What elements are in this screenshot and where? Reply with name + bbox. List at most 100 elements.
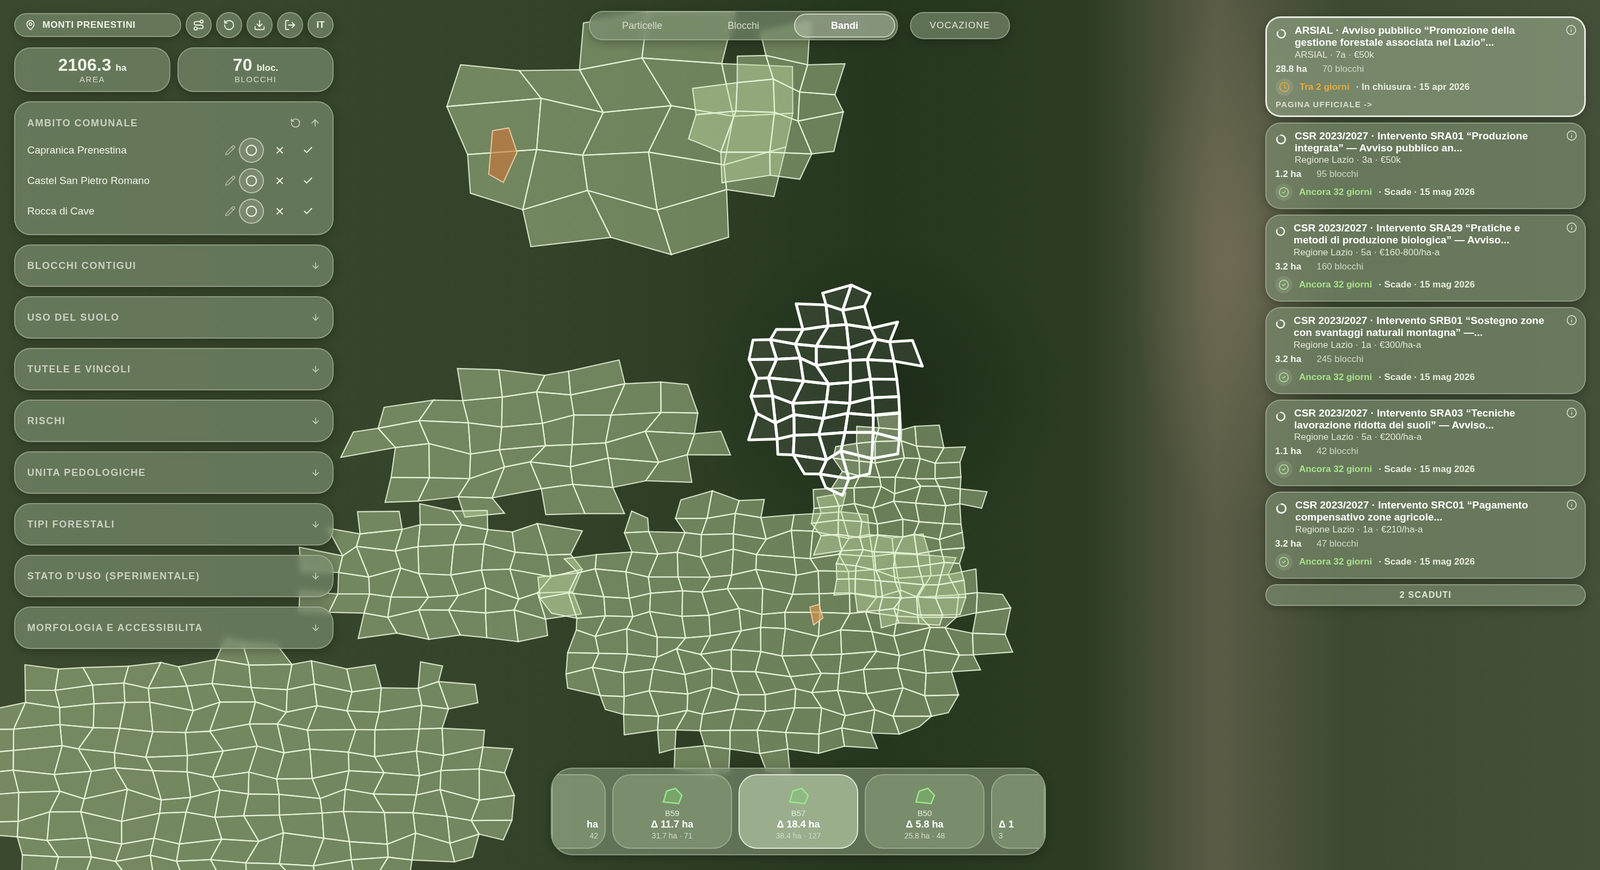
parcel[interactable] [836,563,857,579]
parcel[interactable] [307,705,356,730]
info-badge[interactable] [1566,130,1578,141]
parcel[interactable] [935,580,966,599]
filter-section[interactable]: STATO D'USO (SPERIMENTALE) [14,554,334,598]
parcel[interactable] [343,811,388,845]
parcel[interactable] [687,431,731,455]
reset-button[interactable] [216,11,243,39]
parcel[interactable] [276,748,312,779]
parcel[interactable] [214,789,249,817]
collapse-icon[interactable] [309,117,321,129]
parcel[interactable] [313,859,355,870]
selected-parcel[interactable] [840,450,872,479]
parcel[interactable] [450,833,480,862]
selected-parcel[interactable] [748,413,778,441]
parcel[interactable] [53,856,92,870]
block-card[interactable]: B57Δ 18.4 ha38.4 ha · 127 [738,773,859,849]
block-card[interactable]: ha42 [551,773,606,849]
parcel[interactable] [337,572,370,595]
selected-parcel[interactable] [867,359,897,380]
parcel[interactable] [939,532,965,550]
parcel[interactable] [419,705,449,729]
parcel[interactable] [277,723,311,753]
parcel[interactable] [854,593,883,612]
parcel[interactable] [124,682,150,703]
parcel[interactable] [47,811,88,841]
download-button[interactable] [246,11,273,39]
parcel[interactable] [471,795,515,821]
parcel[interactable] [657,729,676,753]
parcel[interactable] [675,490,713,519]
filter-section[interactable]: UNITA PEDOLOGICHE [14,451,334,494]
include-option[interactable] [295,198,321,224]
parcel[interactable] [448,610,487,638]
highlighted-parcel[interactable] [809,604,823,625]
parcel[interactable] [700,549,734,577]
parcel[interactable] [600,695,625,715]
parcel[interactable] [152,770,191,800]
parcel[interactable] [514,609,548,642]
neutral-option[interactable] [238,198,264,224]
block-card[interactable]: B50Δ 5.8 ha25.8 ha · 48 [864,773,985,849]
logout-button[interactable] [277,11,304,39]
parcel[interactable] [792,570,820,594]
parcel[interactable] [145,731,188,758]
parcel[interactable] [811,673,840,693]
call-card[interactable]: CSR 2023/2027 · Intervento SRA01 “Produz… [1265,122,1586,210]
include-option[interactable] [295,168,321,194]
route-button[interactable] [185,11,212,39]
parcel[interactable] [863,650,900,669]
parcel[interactable] [951,654,981,672]
language-button[interactable]: IT [307,11,334,39]
parcel[interactable] [720,151,771,183]
parcel[interactable] [279,863,315,870]
parcel[interactable] [374,856,413,870]
block-card[interactable]: Δ 13 [991,773,1045,849]
parcel[interactable] [248,771,279,795]
parcel[interactable] [347,687,382,712]
parcel[interactable] [972,607,1011,635]
selected-parcel[interactable] [845,413,874,433]
parcel[interactable] [924,671,959,696]
parcel[interactable] [810,654,842,674]
parcel[interactable] [374,705,422,730]
parcel[interactable] [760,612,786,629]
highlighted-parcel[interactable] [488,127,518,183]
call-card[interactable]: ARSIAL · Avviso pubblico “Promozione del… [1265,16,1586,118]
parcel[interactable] [47,837,92,857]
info-badge[interactable] [1566,222,1578,233]
pencil-icon[interactable] [224,144,236,156]
parcel[interactable] [760,626,786,656]
parcel[interactable] [145,755,188,772]
parcel[interactable] [624,511,650,533]
exclude-option[interactable] [267,137,293,163]
parcel[interactable] [212,659,252,687]
selected-parcel[interactable] [816,360,851,384]
selected-parcel[interactable] [826,382,851,404]
parcel[interactable] [934,446,966,464]
parcel[interactable] [623,714,659,735]
parcel[interactable] [542,414,575,446]
parcel[interactable] [485,587,519,613]
parcel[interactable] [769,152,812,180]
parcel[interactable] [536,371,571,395]
neutral-option[interactable] [238,168,264,194]
parcel[interactable] [587,190,672,255]
parcel[interactable] [838,534,864,551]
call-card[interactable]: CSR 2023/2027 · Intervento SRC01 “Pagame… [1265,491,1586,579]
parcel[interactable] [78,748,115,772]
parcel[interactable] [837,669,867,694]
parcel[interactable] [810,629,842,655]
parcel[interactable] [0,821,18,838]
include-option[interactable] [295,137,321,163]
parcel[interactable] [720,111,775,153]
parcel[interactable] [893,552,919,568]
parcel[interactable] [438,681,478,709]
parcel[interactable] [0,728,14,753]
parcel[interactable] [346,664,381,692]
parcel[interactable] [59,703,95,728]
parcel[interactable] [243,793,280,816]
parcel[interactable] [914,425,944,448]
parcel[interactable] [572,484,625,514]
parcel[interactable] [945,627,974,655]
parcel[interactable] [279,794,323,815]
